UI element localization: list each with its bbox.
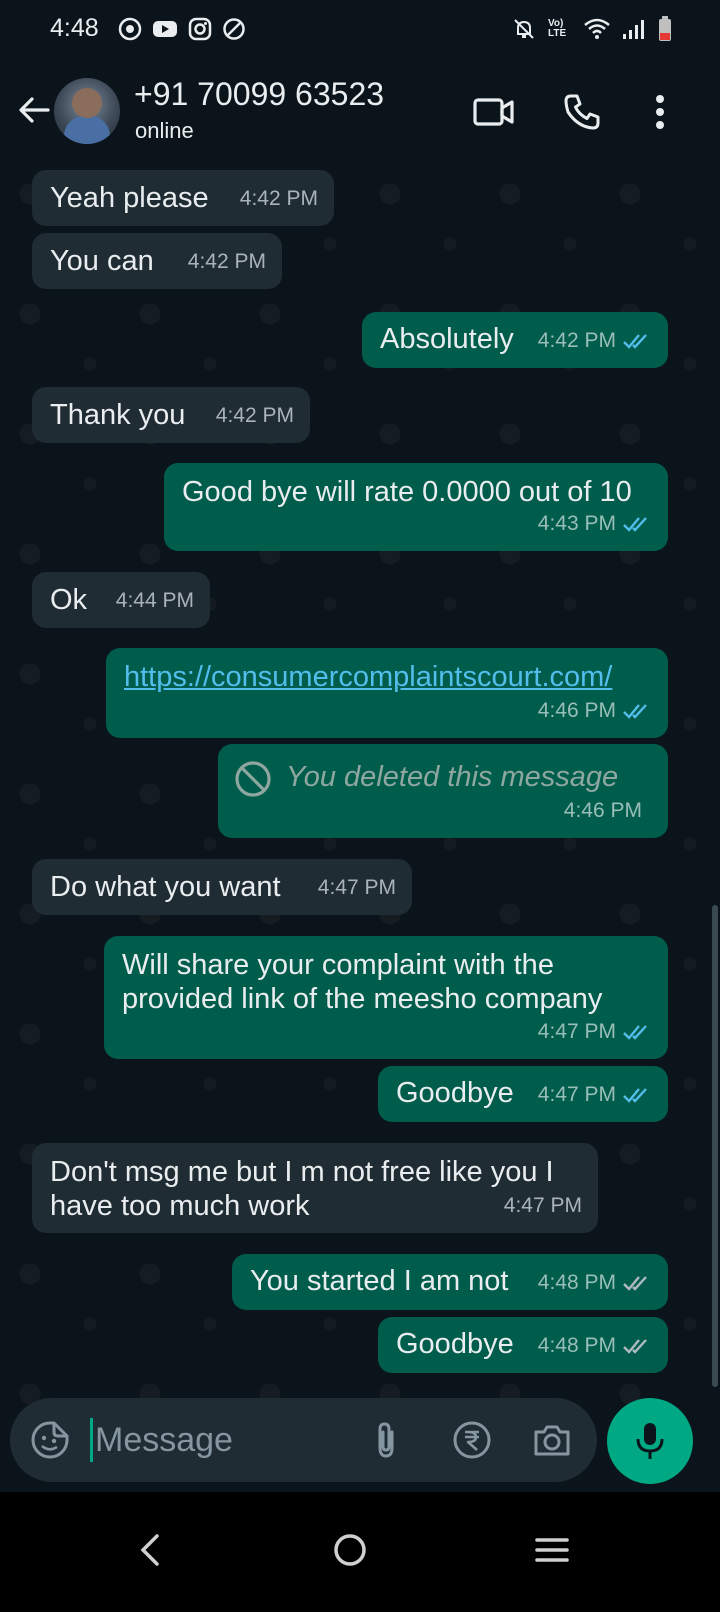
message-bubble-deleted[interactable]: You deleted this message 4:46 PM [218,744,668,838]
more-vertical-icon [656,95,664,129]
system-navigation-bar [0,1492,720,1612]
paperclip-icon [378,1422,394,1458]
message-text: Goodbye [396,1328,514,1360]
video-camera-icon [473,98,514,126]
mute-icon [514,19,534,39]
message-input[interactable]: Message [90,1418,233,1462]
message-meta: 4:48 PM [538,1266,652,1300]
message-bubble-incoming[interactable]: Yeah please 4:42 PM [32,170,334,226]
message-text: Thank you [50,399,186,431]
status-system-icons: Vo) LTE [512,16,672,42]
message-time: 4:42 PM [187,250,266,273]
voice-call-button[interactable] [558,88,606,136]
message-bubble-incoming[interactable]: Don't msg me but I m not free like you I… [32,1143,598,1233]
scrollbar[interactable] [712,905,718,1387]
back-arrow-icon[interactable] [14,90,54,130]
message-bubble-outgoing[interactable]: Absolutely 4:42 PM [362,312,668,368]
rupee-icon [453,1421,491,1459]
status-time: 4:48 [50,14,99,42]
message-meta: 4:42 PM [538,324,652,358]
message-meta: 4:48 PM [538,1329,652,1363]
message-link[interactable]: https://consumercomplaintscourt.com/ [124,660,612,694]
nav-back-button[interactable] [120,1520,180,1580]
status-app-icons [118,17,246,41]
chat-messages[interactable]: Yeah please 4:42 PM You can 4:42 PM Abso… [0,164,720,1436]
message-text: You started I am not [250,1265,509,1297]
message-text: Will share your complaint with the provi… [122,949,603,1015]
message-bubble-incoming[interactable]: Do what you want 4:47 PM [32,859,412,915]
message-meta: 4:47 PM [538,1078,652,1112]
message-bubble-outgoing[interactable]: Goodbye 4:47 PM [378,1066,668,1122]
blocked-icon [223,18,245,40]
read-receipt-icon [623,334,647,349]
message-bubble-incoming[interactable]: You can 4:42 PM [32,233,282,289]
delivered-receipt-icon [623,1339,647,1354]
message-composer: Message [10,1398,597,1482]
message-meta: 4:46 PM [538,694,652,728]
contact-status: online [135,118,194,143]
volte-icon: Vo) LTE [548,18,567,39]
message-bubble-incoming[interactable]: Ok 4:44 PM [32,572,210,628]
phone-icon [564,94,600,130]
instagram-icon [188,17,212,41]
attach-button[interactable] [362,1416,410,1464]
message-bubble-outgoing[interactable]: You started I am not 4:48 PM [232,1254,668,1310]
message-text: You can [50,245,154,277]
message-meta: 4:43 PM [538,507,652,541]
message-text: Ok [50,584,88,616]
message-meta: 4:47 PM [538,1015,652,1049]
status-bar: 4:48 Vo) LTE [0,0,720,60]
message-text: Good bye will rate 0.0000 out of 10 [182,476,632,508]
youtube-icon [153,21,177,37]
message-bubble-outgoing[interactable]: https://consumercomplaintscourt.com/ 4:4… [106,648,668,738]
deleted-message-text: You deleted this message [286,761,619,793]
camera-button[interactable] [528,1416,576,1464]
emoji-button[interactable] [26,1416,74,1464]
signal-icon [623,20,644,39]
voice-message-button[interactable] [607,1398,693,1484]
avatar[interactable] [54,78,120,144]
chat-header: +91 70099 63523 online [0,60,720,164]
message-bubble-outgoing[interactable]: Will share your complaint with the provi… [104,936,668,1059]
read-receipt-icon [623,517,647,532]
message-text: Yeah please [50,182,209,214]
read-receipt-icon [623,1025,647,1040]
message-bubble-outgoing[interactable]: Goodbye 4:48 PM [378,1317,668,1373]
nav-back-icon [140,1534,159,1566]
microphone-icon [636,1423,664,1459]
sticker-emoji-icon [31,1421,69,1459]
nav-recents-button[interactable] [522,1520,582,1580]
message-bubble-outgoing[interactable]: Good bye will rate 0.0000 out of 10 4:43… [164,463,668,551]
deleted-icon [235,761,271,797]
read-receipt-icon [623,1088,647,1103]
contact-name[interactable]: +91 70099 63523 [134,76,384,113]
message-time: 4:44 PM [115,589,194,612]
nav-menu-icon [535,1538,569,1562]
message-bubble-incoming[interactable]: Thank you 4:42 PM [32,387,310,443]
message-text: Do what you want [50,871,281,903]
delivered-receipt-icon [623,1276,647,1291]
message-time: 4:47 PM [317,876,396,899]
payment-button[interactable] [448,1416,496,1464]
nav-home-icon [334,1534,366,1566]
video-call-button[interactable] [470,88,518,136]
message-time: 4:42 PM [239,187,318,210]
camera-icon [534,1425,570,1456]
message-text: Absolutely [380,323,514,355]
message-time: 4:46 PM [563,799,642,822]
message-time: 4:42 PM [215,404,294,427]
more-options-button[interactable] [636,88,684,136]
message-time: 4:47 PM [503,1194,582,1217]
battery-low-icon [659,16,671,41]
whatsapp-icon [118,17,142,41]
read-receipt-icon [623,704,647,719]
wifi-icon [584,18,610,39]
nav-home-button[interactable] [320,1520,380,1580]
message-text: Goodbye [396,1077,514,1109]
